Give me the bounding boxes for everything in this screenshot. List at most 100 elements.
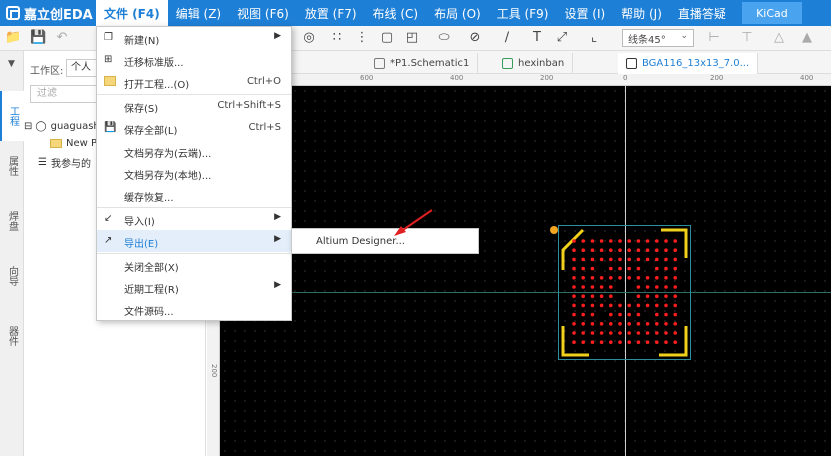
bga-pad[interactable]	[572, 322, 576, 326]
bga-pad[interactable]	[636, 303, 641, 308]
bga-pad[interactable]	[618, 340, 622, 344]
menu-item-close-all[interactable]: 关闭全部(X)	[97, 254, 291, 276]
folder-icon[interactable]: 📁	[5, 31, 21, 45]
bga-pad[interactable]	[664, 248, 668, 252]
bga-pad[interactable]	[627, 303, 631, 308]
ellipse-icon[interactable]: ⬭	[437, 31, 451, 45]
bga-pad[interactable]	[627, 312, 631, 317]
distribute-icon[interactable]: ⊤	[740, 31, 754, 45]
bga-pad[interactable]	[673, 322, 677, 326]
bga-pad[interactable]	[609, 294, 613, 298]
tab-pad[interactable]: 焊盘	[0, 201, 24, 241]
dimension-icon[interactable]: ⤢	[555, 31, 569, 45]
bga-pad[interactable]	[627, 340, 631, 344]
bga-pad[interactable]	[581, 285, 585, 289]
bga-pad[interactable]	[673, 331, 677, 335]
circle-target-icon[interactable]: ◎	[302, 31, 316, 45]
bga-pad[interactable]	[627, 239, 631, 243]
bga-pad[interactable]	[590, 340, 595, 344]
collapse-icon[interactable]: ⊟	[24, 121, 32, 132]
bga-pad[interactable]	[590, 285, 595, 289]
text-icon[interactable]: T	[530, 31, 544, 45]
bga-pad[interactable]	[609, 340, 613, 344]
bga-pad[interactable]	[645, 248, 650, 252]
bga-pad[interactable]	[618, 303, 622, 308]
bga-pad[interactable]	[627, 322, 631, 326]
bga-pad[interactable]	[572, 276, 576, 280]
undo-icon[interactable]: ↶	[55, 31, 69, 45]
bga-pad[interactable]	[590, 276, 595, 280]
bga-pad[interactable]	[599, 294, 604, 298]
bga-pad[interactable]	[673, 257, 677, 262]
menu-help[interactable]: 帮助 (J)	[613, 0, 670, 26]
bga-pad[interactable]	[618, 239, 622, 243]
bga-pad[interactable]	[655, 257, 659, 262]
bga-pad[interactable]	[599, 276, 604, 280]
bga-pad[interactable]	[627, 257, 631, 262]
tab-wizard[interactable]: 向导	[0, 256, 24, 296]
bga-pad[interactable]	[590, 331, 595, 335]
line-icon[interactable]: ∕	[500, 31, 514, 45]
bga-pad[interactable]	[645, 294, 650, 298]
bga-pad[interactable]	[609, 303, 613, 308]
bga-pad[interactable]	[609, 276, 613, 280]
menu-item-export[interactable]: ↗ 导出(E) ▶	[97, 230, 291, 252]
bga-pad[interactable]	[581, 239, 585, 243]
bga-pad[interactable]	[572, 248, 576, 252]
bga-pad[interactable]	[627, 248, 631, 252]
bga-pad[interactable]	[590, 303, 595, 308]
bga-pad[interactable]	[572, 239, 576, 243]
bga-pad[interactable]	[581, 322, 585, 326]
bga-pad[interactable]	[590, 239, 595, 243]
bga-pad[interactable]	[673, 266, 677, 271]
bga-pad[interactable]	[636, 257, 641, 262]
menu-item-save[interactable]: 保存(S) Ctrl+Shift+S	[97, 95, 291, 117]
bga-pad[interactable]	[599, 257, 604, 262]
bga-pad[interactable]	[664, 294, 668, 298]
tab-components[interactable]: 器件	[0, 316, 24, 356]
menu-file[interactable]: 文件 (F4)	[96, 0, 168, 26]
bga-pad[interactable]	[673, 294, 677, 298]
menu-item-save-all[interactable]: 💾 保存全部(L) Ctrl+S	[97, 117, 291, 139]
menu-route[interactable]: 布线 (C)	[365, 0, 427, 26]
bga-pad[interactable]	[590, 294, 595, 298]
bga-pad[interactable]	[636, 285, 641, 289]
bga-pad[interactable]	[664, 312, 668, 317]
menu-live-qa[interactable]: 直播答疑	[670, 0, 734, 26]
kicad-button[interactable]: KiCad	[741, 2, 802, 24]
menu-place[interactable]: 放置 (F7)	[297, 0, 365, 26]
bga-pad[interactable]	[645, 331, 650, 335]
bga-pad[interactable]	[664, 285, 668, 289]
menu-item-new[interactable]: ❐ 新建(N) ▶	[97, 27, 291, 49]
bga-pad[interactable]	[655, 340, 659, 344]
menu-item-save-as-cloud[interactable]: 文档另存为(云端)...	[97, 140, 291, 162]
line-style-select[interactable]: 线条45° ⌄	[622, 29, 694, 47]
bga-pad[interactable]	[572, 294, 576, 298]
bga-pad[interactable]	[581, 257, 585, 262]
bga-pad[interactable]	[645, 322, 650, 326]
bga-pad[interactable]	[664, 340, 668, 344]
bga-pad[interactable]	[636, 294, 641, 298]
bga-pad[interactable]	[572, 257, 576, 262]
bga-footprint[interactable]	[561, 228, 688, 357]
bga-pad[interactable]	[655, 248, 659, 252]
pcb-canvas[interactable]	[220, 86, 831, 456]
bga-pad[interactable]	[636, 322, 641, 326]
bga-pad[interactable]	[627, 266, 631, 271]
polygon-icon[interactable]: ◰	[405, 31, 419, 45]
bga-pad[interactable]	[664, 257, 668, 262]
tab-project[interactable]: 工程	[0, 91, 24, 141]
menu-tools[interactable]: 工具 (F9)	[489, 0, 557, 26]
align-icon[interactable]: ⊢	[707, 31, 721, 45]
bga-pad[interactable]	[636, 266, 641, 271]
menu-item-cache-restore[interactable]: 缓存恢复...	[97, 184, 291, 206]
bga-pad[interactable]	[618, 266, 622, 271]
bga-pad[interactable]	[618, 276, 622, 280]
corner-icon[interactable]: ⌞	[587, 31, 601, 45]
bga-pad[interactable]	[572, 266, 576, 271]
bga-pad[interactable]	[599, 322, 604, 326]
bga-pad[interactable]	[590, 257, 595, 262]
bga-pad[interactable]	[645, 276, 650, 280]
tree-project-row[interactable]: New Pr	[50, 138, 101, 149]
bga-pad[interactable]	[627, 276, 631, 280]
